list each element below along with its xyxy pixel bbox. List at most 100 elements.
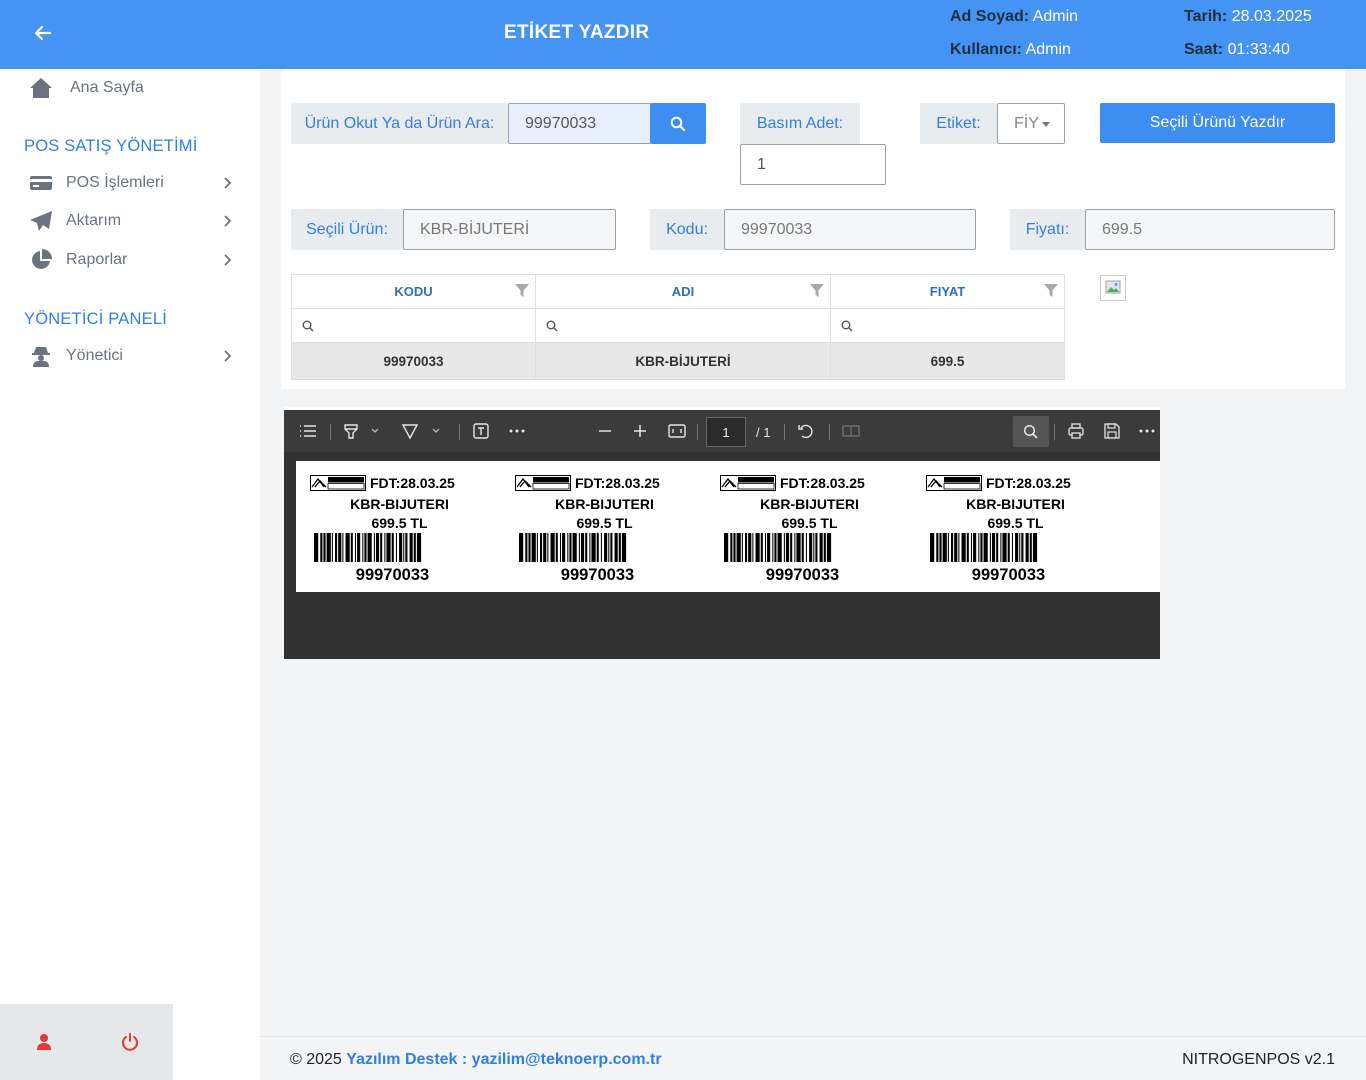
search-icon — [670, 116, 686, 131]
page-view-icon[interactable] — [842, 422, 860, 440]
sidebar-item-aktarim[interactable]: Aktarım — [28, 206, 238, 236]
barcode-bar — [559, 533, 561, 562]
etiket-label: Etiket: — [920, 103, 997, 144]
barcode-bar — [362, 533, 364, 562]
search-icon — [1023, 424, 1038, 439]
zoom-in-icon[interactable] — [633, 422, 647, 440]
tarih-label: Tarih: — [1184, 8, 1228, 25]
text-box-icon[interactable] — [472, 422, 490, 440]
zoom-out-icon[interactable] — [598, 422, 612, 440]
rotate-icon[interactable] — [797, 422, 815, 440]
filter-input-kodu[interactable] — [292, 309, 536, 343]
outline-icon[interactable] — [298, 422, 318, 440]
basim-adet-input[interactable]: 1 — [740, 144, 886, 185]
column-header-kodu[interactable]: KODU — [292, 275, 536, 309]
barcode-bar — [621, 533, 627, 562]
barcode-bar — [354, 533, 356, 562]
barcode-bar — [819, 533, 823, 562]
filter-icon[interactable] — [515, 284, 529, 298]
grid-header-row: KODU ADI FIYAT — [292, 275, 1064, 309]
user-icon[interactable] — [34, 1032, 54, 1052]
grid-filter-row — [292, 309, 1064, 343]
barcode-bar — [572, 533, 577, 562]
barcode-bar — [416, 533, 422, 562]
barcode — [930, 533, 1038, 562]
fit-page-icon[interactable] — [668, 422, 686, 440]
ad-soyad-value: Admin — [1032, 8, 1079, 25]
barcode-bar — [978, 533, 980, 562]
filter-icon[interactable] — [810, 284, 824, 298]
barcode-bar — [320, 533, 323, 562]
print-icon[interactable] — [1067, 422, 1085, 440]
barcode-bar — [772, 533, 774, 562]
find-button[interactable] — [1013, 416, 1049, 447]
barcode-bar — [314, 533, 319, 562]
barcode-bar — [399, 533, 403, 562]
column-header-fiyat[interactable]: FIYAT — [831, 275, 1064, 309]
label-barcode-number: 99970033 — [560, 566, 635, 584]
highlight-icon[interactable] — [342, 422, 360, 440]
barcode-bar — [823, 533, 826, 562]
barcode-bar — [610, 533, 613, 562]
barcode-bar — [403, 533, 405, 562]
label-price: 699.5 TL — [576, 515, 633, 531]
barcode-bar — [951, 533, 954, 562]
barcode-bar — [752, 533, 754, 562]
barcode-bar — [936, 533, 939, 562]
power-icon[interactable] — [120, 1032, 140, 1052]
ad-soyad-label: Ad Soyad: — [950, 8, 1030, 25]
more-icon[interactable] — [509, 422, 525, 440]
barcode-bar — [413, 533, 416, 562]
barcode-label: FDT:28.03.25 KBR-BIJUTERI 699.5 TL 99970… — [912, 461, 1112, 592]
back-arrow-icon[interactable] — [30, 20, 56, 46]
page-total: / 1 — [756, 425, 771, 440]
barcode-bar — [1007, 533, 1010, 562]
label-barcode-number: 99970033 — [765, 566, 840, 584]
filter-icon[interactable] — [1044, 284, 1058, 298]
search-input[interactable]: 99970033 — [508, 103, 651, 144]
barcode-bar — [578, 533, 580, 562]
sidebar-item-home[interactable]: Ana Sayfa — [28, 73, 238, 103]
draw-icon[interactable] — [401, 422, 419, 440]
chevron-right-icon — [224, 177, 232, 189]
filter-input-adi[interactable] — [536, 309, 831, 343]
page-number-input[interactable]: 1 — [706, 417, 746, 447]
barcode — [519, 533, 627, 562]
sidebar-item-label: Raporlar — [66, 251, 128, 268]
label-price: 699.5 TL — [371, 515, 428, 531]
more-icon[interactable] — [1139, 422, 1155, 440]
barcode-bar — [954, 533, 958, 562]
yerli-uretim-logo — [310, 475, 366, 491]
sidebar-item-raporlar[interactable]: Raporlar — [28, 245, 238, 275]
etiket-select[interactable]: FİY — [997, 103, 1065, 144]
pdf-toolbar: 1 / 1 — [284, 410, 1160, 452]
label-product-name: KBR-BIJUTERI — [966, 496, 1065, 512]
sidebar-item-pos-islemleri[interactable]: POS İşlemleri — [28, 168, 238, 198]
barcode-bar — [767, 533, 771, 562]
broken-image-icon — [1100, 275, 1126, 301]
filter-input-fiyat[interactable] — [831, 309, 1064, 343]
barcode-bar — [1019, 533, 1021, 562]
search-button[interactable] — [650, 103, 706, 144]
support-link[interactable]: Yazılım Destek : yazilim@teknoerp.com.tr — [346, 1051, 661, 1068]
column-header-adi[interactable]: ADI — [536, 275, 831, 309]
chevron-right-icon — [224, 254, 232, 266]
barcode-label: FDT:28.03.25 KBR-BIJUTERI 699.5 TL 99970… — [296, 461, 496, 592]
section-yonetici-paneli: YÖNETİCİ PANELİ — [24, 310, 167, 328]
barcode-bar — [528, 533, 531, 562]
saat-value: 01:33:40 — [1227, 41, 1290, 58]
barcode-bar — [741, 533, 743, 562]
barcode — [314, 533, 422, 562]
chevron-down-icon[interactable] — [431, 422, 441, 440]
barcode-label: FDT:28.03.25 KBR-BIJUTERI 699.5 TL 99970… — [706, 461, 906, 592]
sidebar-item-yonetici[interactable]: Yönetici — [28, 341, 238, 371]
save-icon[interactable] — [1103, 422, 1121, 440]
saat-label: Saat: — [1184, 41, 1224, 58]
chevron-down-icon[interactable] — [370, 422, 380, 440]
barcode-bar — [939, 533, 942, 562]
barcode-bar — [970, 533, 972, 562]
print-selected-button[interactable]: Seçili Ürünü Yazdır — [1100, 103, 1335, 143]
table-row[interactable]: 99970033 KBR-BİJUTERİ 699.5 — [292, 343, 1064, 379]
cell-adi: KBR-BİJUTERİ — [536, 343, 831, 379]
barcode-bar — [991, 533, 996, 562]
